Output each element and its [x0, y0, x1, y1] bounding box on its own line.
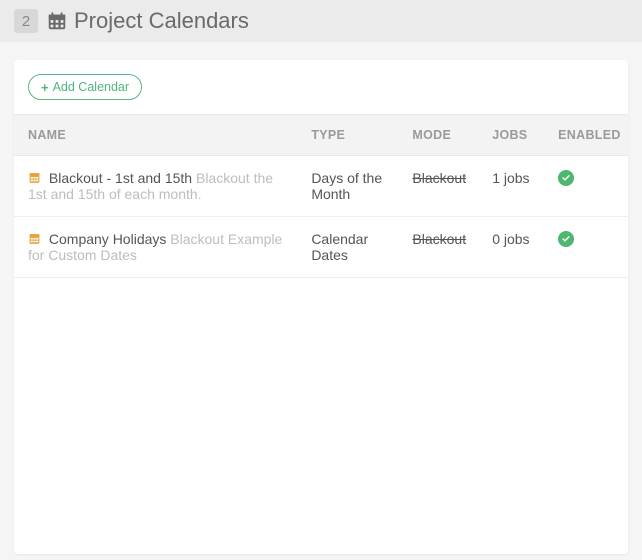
col-header-type[interactable]: TYPE — [301, 115, 402, 156]
step-badge: 2 — [14, 9, 38, 33]
calendars-panel: + Add Calendar NAME TYPE MODE JOBS ENABL… — [14, 60, 628, 554]
page-title: Project Calendars — [46, 8, 249, 34]
cell-jobs: 0 jobs — [482, 217, 548, 278]
cell-mode: Blackout — [402, 217, 482, 278]
col-header-mode[interactable]: MODE — [402, 115, 482, 156]
add-calendar-button[interactable]: + Add Calendar — [28, 74, 142, 100]
enabled-check-icon — [558, 170, 574, 186]
cell-enabled — [548, 156, 628, 217]
cell-name: Blackout - 1st and 15th Blackout the 1st… — [14, 156, 301, 217]
mode-value: Blackout — [412, 231, 466, 247]
col-header-jobs[interactable]: JOBS — [482, 115, 548, 156]
enabled-check-icon — [558, 231, 574, 247]
cell-type: Calendar Dates — [301, 217, 402, 278]
calendar-item-icon — [28, 171, 41, 184]
cell-mode: Blackout — [402, 156, 482, 217]
cell-type: Days of the Month — [301, 156, 402, 217]
calendar-item-icon — [28, 232, 41, 245]
panel-actions: + Add Calendar — [14, 60, 628, 114]
calendars-table: NAME TYPE MODE JOBS ENABLED — [14, 114, 628, 278]
cell-jobs: 1 jobs — [482, 156, 548, 217]
col-header-name[interactable]: NAME — [14, 115, 301, 156]
cell-enabled — [548, 217, 628, 278]
page-title-text: Project Calendars — [74, 8, 249, 34]
section-header: 2 Project Calendars — [0, 0, 642, 42]
mode-value: Blackout — [412, 170, 466, 186]
calendar-link[interactable]: Company Holidays Blackout Example for Cu… — [28, 231, 282, 263]
table-row: Blackout - 1st and 15th Blackout the 1st… — [14, 156, 628, 217]
plus-icon: + — [41, 81, 49, 94]
col-header-enabled[interactable]: ENABLED — [548, 115, 628, 156]
calendar-link[interactable]: Blackout - 1st and 15th Blackout the 1st… — [28, 170, 273, 202]
calendar-name: Blackout - 1st and 15th — [49, 170, 192, 186]
calendar-name: Company Holidays — [49, 231, 167, 247]
cell-name: Company Holidays Blackout Example for Cu… — [14, 217, 301, 278]
calendar-icon — [46, 10, 68, 32]
table-row: Company Holidays Blackout Example for Cu… — [14, 217, 628, 278]
add-calendar-label: Add Calendar — [53, 80, 129, 94]
table-header-row: NAME TYPE MODE JOBS ENABLED — [14, 115, 628, 156]
